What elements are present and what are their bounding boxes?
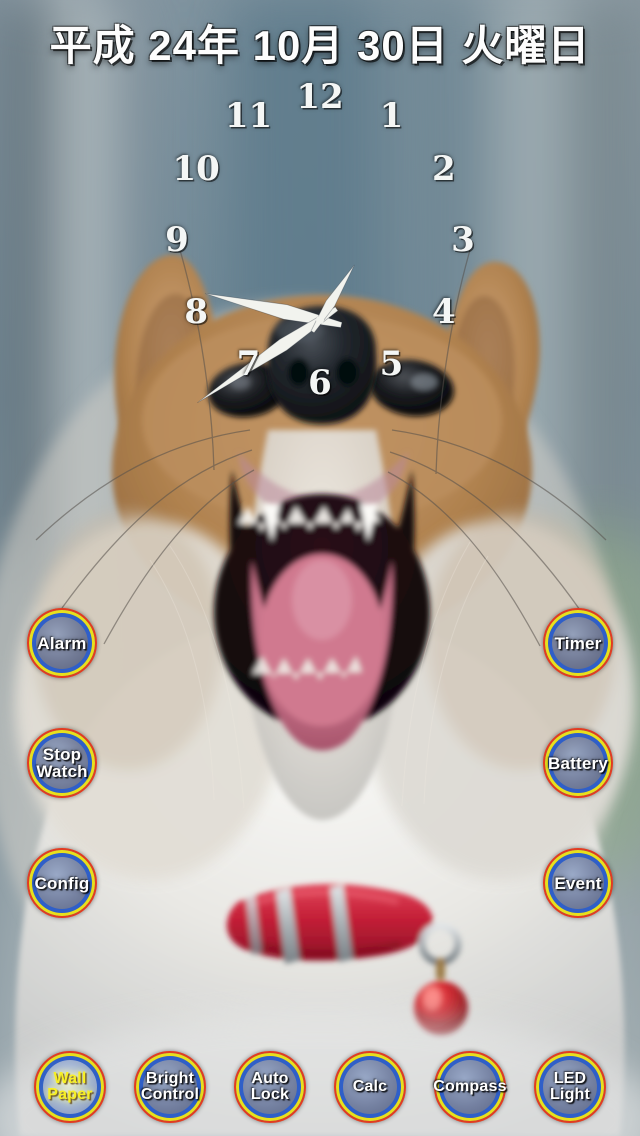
date-header: 平成 24年 10月 30日 火曜日 — [49, 22, 591, 69]
button-label-wall-paper: Wall Paper — [47, 1070, 93, 1103]
button-label-auto-lock: Auto Lock — [250, 1070, 290, 1103]
clock-numeral-8: 8 — [184, 291, 209, 332]
button-label-config: Config — [34, 873, 90, 893]
button-event[interactable]: Event — [543, 848, 613, 918]
clock-numeral-6: 6 — [308, 363, 332, 403]
button-label-alarm: Alarm — [37, 633, 87, 653]
button-bright-control[interactable]: Bright Control — [134, 1051, 206, 1123]
clock-numeral-3: 3 — [451, 220, 475, 260]
clock-numeral-4: 4 — [431, 291, 456, 332]
clock-numeral-12: 12 — [296, 77, 344, 117]
button-label-calc: Calc — [352, 1078, 388, 1095]
button-stop-watch[interactable]: Stop Watch — [27, 728, 97, 798]
button-led-light[interactable]: LED Light — [534, 1051, 606, 1123]
button-wall-paper[interactable]: Wall Paper — [34, 1051, 106, 1123]
wallpaper-image — [0, 0, 640, 1136]
button-label-bright-control: Bright Control — [140, 1070, 200, 1103]
button-auto-lock[interactable]: Auto Lock — [234, 1051, 306, 1123]
button-calc[interactable]: Calc — [334, 1051, 406, 1123]
clock-numeral-9: 9 — [165, 220, 189, 260]
clock-numeral-2: 2 — [431, 148, 456, 189]
lock-screen: 平成 24年 10月 30日 火曜日 1 2 3 4 5 6 7 8 9 10 11 12 Alarm… — [0, 0, 640, 1136]
button-timer[interactable]: Timer — [543, 608, 613, 678]
clock-numeral-7: 7 — [236, 343, 261, 384]
button-battery[interactable]: Battery — [543, 728, 613, 798]
button-label-event: Event — [554, 873, 602, 893]
button-compass[interactable]: Compass — [433, 1051, 507, 1123]
clock-numeral-10: 10 — [172, 148, 220, 189]
button-label-stop-watch: Stop Watch — [36, 745, 88, 781]
button-label-compass: Compass — [433, 1078, 507, 1095]
button-label-led-light: LED Light — [549, 1070, 591, 1103]
button-config[interactable]: Config — [27, 848, 97, 918]
button-alarm[interactable]: Alarm — [27, 608, 97, 678]
button-label-battery: Battery — [548, 753, 608, 773]
clock-numeral-11: 11 — [224, 96, 273, 137]
clock-numeral-1: 1 — [379, 96, 404, 137]
button-label-timer: Timer — [554, 633, 602, 653]
clock-numeral-5: 5 — [379, 343, 404, 384]
